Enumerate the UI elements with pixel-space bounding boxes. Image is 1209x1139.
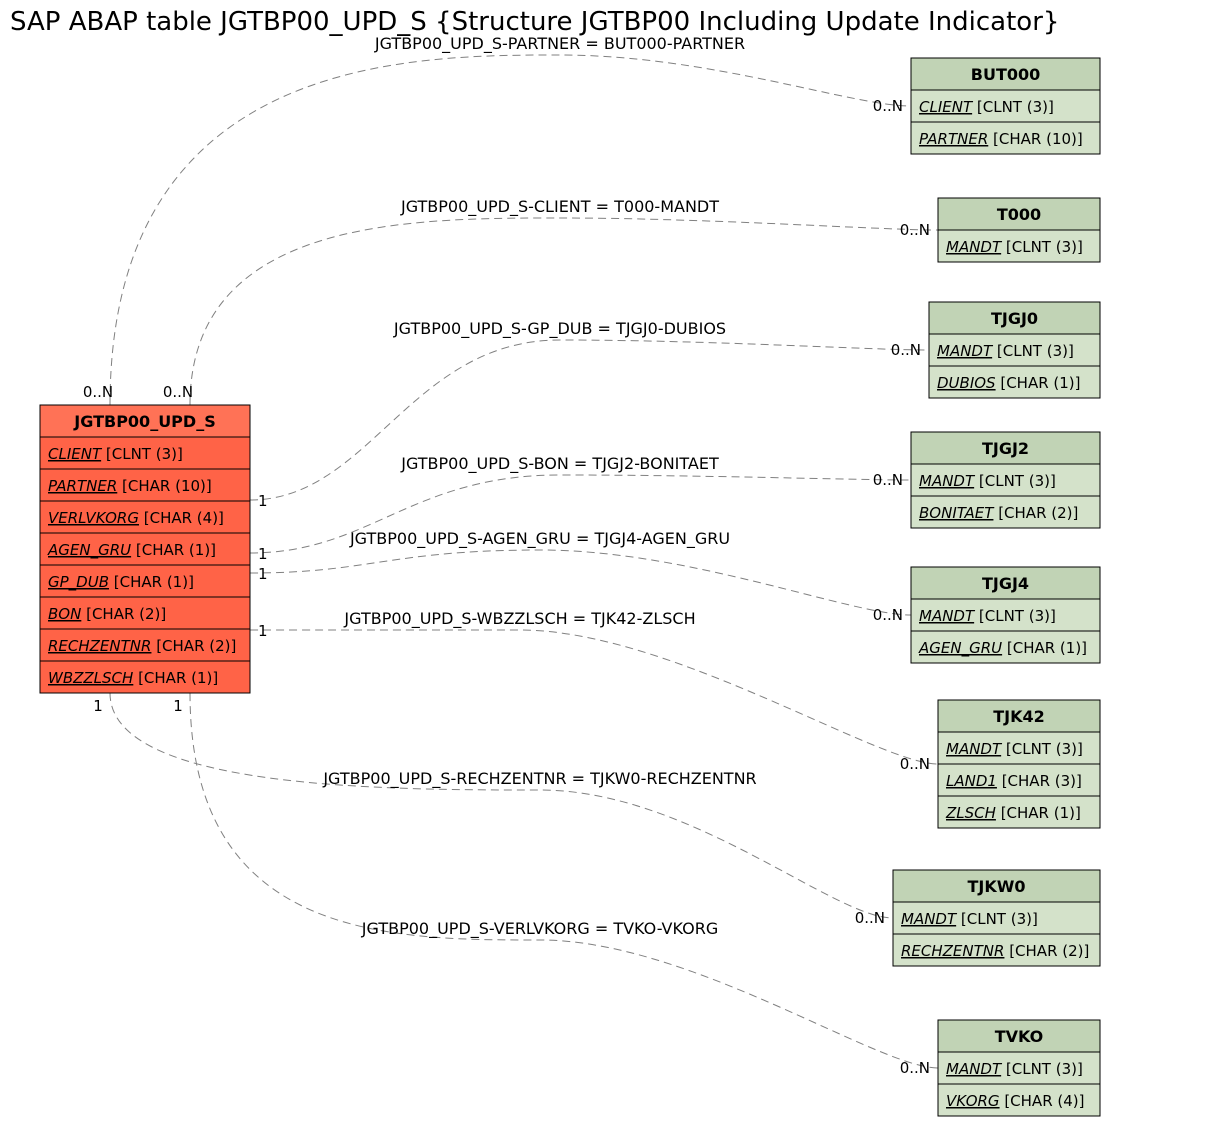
relationship-label: JGTBP00_UPD_S-RECHZENTNR = TJKW0-RECHZEN…	[322, 769, 756, 789]
relationship-label: JGTBP00_UPD_S-CLIENT = T000-MANDT	[400, 197, 719, 217]
entity-field: VERLVKORG [CHAR (4)]	[48, 509, 224, 527]
entity-field: MANDT [CLNT (3)]	[946, 238, 1083, 256]
relationship-label: JGTBP00_UPD_S-BON = TJGJ2-BONITAET	[400, 454, 719, 474]
entity-right-column: BUT000 CLIENT [CLNT (3)] PARTNER [CHAR (10…	[893, 58, 1100, 1116]
entity-field: VKORG [CHAR (4)]	[946, 1092, 1085, 1110]
entity-field: PARTNER [CHAR (10)]	[919, 130, 1083, 148]
relationship-edge	[190, 693, 938, 1068]
entity-field: MANDT [CLNT (3)]	[946, 740, 1083, 758]
relationship-edge	[250, 340, 929, 500]
relationship-label: JGTBP00_UPD_S-PARTNER = BUT000-PARTNER	[374, 34, 745, 54]
entity-field: MANDT [CLNT (3)]	[937, 342, 1074, 360]
cardinality-right: 0..N	[873, 97, 903, 115]
cardinality-right: 0..N	[900, 755, 930, 773]
entity-name: TJK42	[993, 707, 1045, 726]
entity-field: ZLSCH [CHAR (1)]	[945, 804, 1081, 822]
relationship-edge	[110, 55, 911, 405]
entity-field: LAND1 [CHAR (3)]	[946, 772, 1082, 790]
cardinality-right: 0..N	[900, 1059, 930, 1077]
entity-field: GP_DUB [CHAR (1)]	[48, 573, 194, 592]
cardinality-right: 0..N	[873, 471, 903, 489]
entity-field: CLIENT [CLNT (3)]	[919, 98, 1054, 116]
entity-name: TJGJ2	[982, 439, 1029, 458]
entity-name: TVKO	[995, 1027, 1044, 1046]
relationship-edge	[250, 630, 938, 764]
entity-field: BONITAET [CHAR (2)]	[919, 504, 1078, 522]
entity-name: T000	[997, 205, 1041, 224]
entity-field: RECHZENTNR [CHAR (2)]	[48, 637, 236, 655]
entity-name: BUT000	[971, 65, 1041, 84]
relationship-edge	[110, 693, 893, 918]
er-diagram: SAP ABAP table JGTBP00_UPD_S {Structure …	[0, 0, 1209, 1139]
entity-main: JGTBP00_UPD_S CLIENT [CLNT (3)] PARTNER [C…	[40, 405, 250, 693]
entity-field: MANDT [CLNT (3)]	[901, 910, 1038, 928]
cardinality-left: 1	[258, 545, 268, 563]
entity-name: JGTBP00_UPD_S	[73, 412, 215, 431]
entity-field: MANDT [CLNT (3)]	[919, 472, 1056, 490]
entity-name: TJGJ0	[991, 309, 1038, 328]
cardinality-left: 1	[258, 622, 268, 640]
cardinality-left: 1	[93, 697, 103, 715]
entity-field: DUBIOS [CHAR (1)]	[937, 374, 1081, 392]
entity-field: AGEN_GRU [CHAR (1)]	[47, 541, 216, 560]
entity-name: TJGJ4	[982, 574, 1029, 593]
relationship-label: JGTBP00_UPD_S-VERLVKORG = TVKO-VKORG	[361, 919, 718, 939]
cardinality-left: 0..N	[163, 383, 193, 401]
entity-field: BON [CHAR (2)]	[48, 605, 166, 623]
cardinality-left: 1	[258, 565, 268, 583]
cardinality-right: 0..N	[873, 606, 903, 624]
cardinality-left: 1	[173, 697, 183, 715]
entity-field: MANDT [CLNT (3)]	[946, 1060, 1083, 1078]
relationship-label: JGTBP00_UPD_S-AGEN_GRU = TJGJ4-AGEN_GRU	[349, 529, 730, 549]
cardinality-right: 0..N	[900, 221, 930, 239]
relationship-label: JGTBP00_UPD_S-GP_DUB = TJGJ0-DUBIOS	[393, 319, 726, 339]
diagram-title: SAP ABAP table JGTBP00_UPD_S {Structure …	[10, 7, 1059, 37]
entity-field: PARTNER [CHAR (10)]	[48, 477, 212, 495]
cardinality-left: 0..N	[83, 383, 113, 401]
relationship-edge	[190, 218, 938, 405]
entity-field: RECHZENTNR [CHAR (2)]	[901, 942, 1089, 960]
entity-field: AGEN_GRU [CHAR (1)]	[918, 639, 1087, 658]
relationship-label: JGTBP00_UPD_S-WBZZLSCH = TJK42-ZLSCH	[343, 609, 695, 629]
cardinality-right: 0..N	[891, 341, 921, 359]
entity-field: MANDT [CLNT (3)]	[919, 607, 1056, 625]
entity-field: WBZZLSCH [CHAR (1)]	[48, 669, 218, 687]
cardinality-right: 0..N	[855, 909, 885, 927]
relationship-edge	[250, 550, 911, 615]
cardinality-left: 1	[258, 492, 268, 510]
entity-field: CLIENT [CLNT (3)]	[48, 445, 183, 463]
entity-name: TJKW0	[967, 877, 1025, 896]
